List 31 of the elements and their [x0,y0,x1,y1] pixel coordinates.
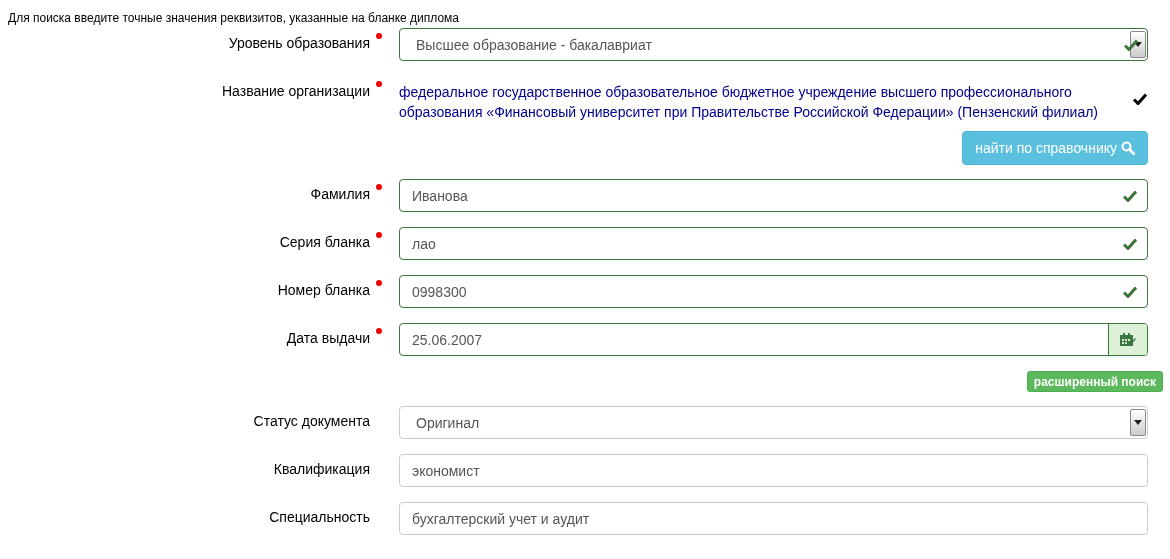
text-field[interactable]: бухгалтерский учет и аудит [399,502,1148,535]
field-label: Фамилия [309,185,370,204]
organization-name: федеральное государственное образовательное бюджетное учреждение высшего профессионального образования «Финансовый университет при Правительстве Российской Федерации» (Пензенский филиал) [399,83,1100,122]
caret-icon [1134,42,1142,47]
hint-text: Для поиска введите точные значения реквизитов, указанные на бланке диплома [8,10,461,26]
dropdown-button[interactable] [1130,409,1146,436]
field-label: Специальность [268,508,370,527]
check-icon [1133,93,1147,105]
field-label: Дата выдачи [285,329,370,348]
text-field[interactable]: лао [399,227,1148,260]
text-field[interactable]: 0998300 [399,275,1148,308]
calendar-button[interactable] [1108,324,1147,355]
check-icon [1123,237,1137,250]
dropdown-button[interactable] [1130,31,1146,58]
check-icon [1123,189,1137,202]
field-label: Серия бланка [278,233,370,252]
text-field[interactable]: экономист [399,454,1148,487]
date-field[interactable]: 25.06.2007 [399,323,1148,356]
field-label: Название организации [220,82,370,101]
caret-icon [1134,420,1142,425]
calendar-icon [1120,332,1136,347]
search-icon [1121,141,1135,155]
field-label: Квалификация [272,460,370,479]
check-icon [1123,285,1137,298]
field-label: Номер бланка [276,281,370,300]
text-field[interactable]: Иванова [399,179,1148,212]
select-field[interactable]: Оригинал [399,406,1148,439]
field-label: Уровень образования [227,34,370,53]
field-label: Статус документа [252,412,370,431]
check-icon [1124,39,1138,51]
select-field[interactable]: Высшее образование - бакалавриат [399,28,1148,61]
